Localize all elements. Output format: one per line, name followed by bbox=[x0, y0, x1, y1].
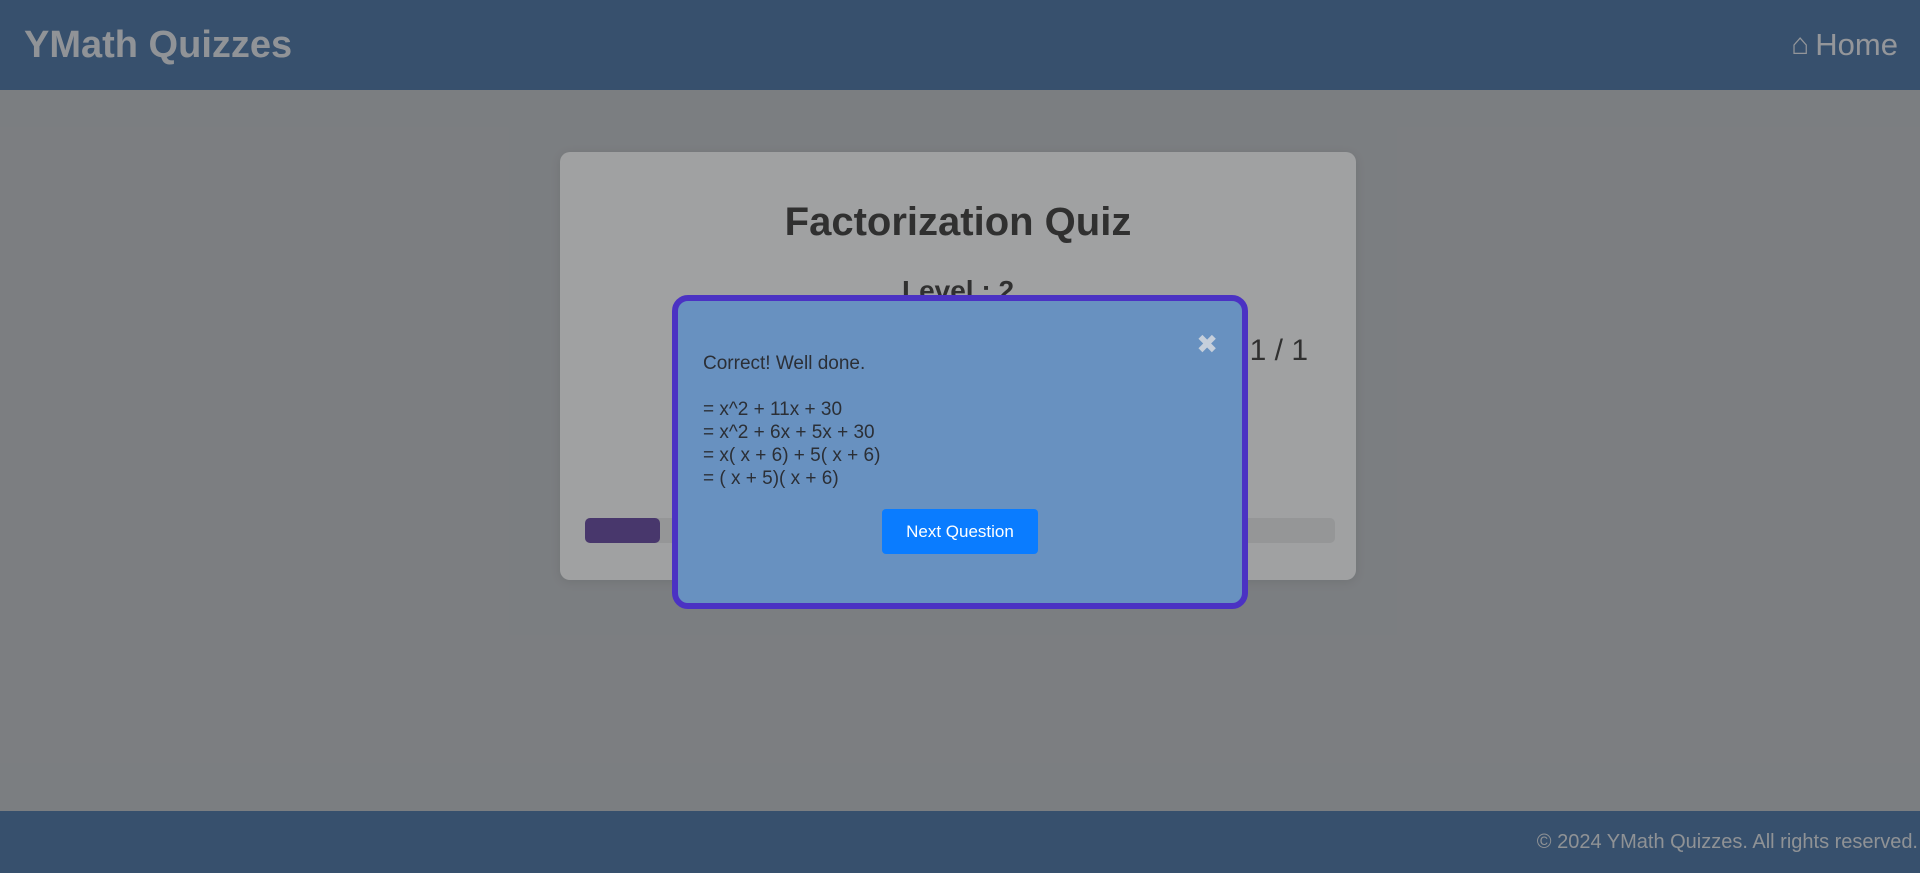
solution-steps: = x^2 + 11x + 30 = x^2 + 6x + 5x + 30 = … bbox=[703, 398, 880, 490]
result-modal: ✖ Correct! Well done. = x^2 + 11x + 30 =… bbox=[672, 295, 1248, 609]
close-icon[interactable]: ✖ bbox=[1196, 331, 1218, 357]
solution-step: = x( x + 6) + 5( x + 6) bbox=[703, 445, 881, 466]
solution-step: = x^2 + 6x + 5x + 30 bbox=[703, 422, 875, 443]
next-question-button[interactable]: Next Question bbox=[882, 509, 1038, 554]
solution-step: = ( x + 5)( x + 6) bbox=[703, 468, 839, 489]
result-message: Correct! Well done. bbox=[703, 353, 866, 374]
solution-step: = x^2 + 11x + 30 bbox=[703, 399, 843, 420]
